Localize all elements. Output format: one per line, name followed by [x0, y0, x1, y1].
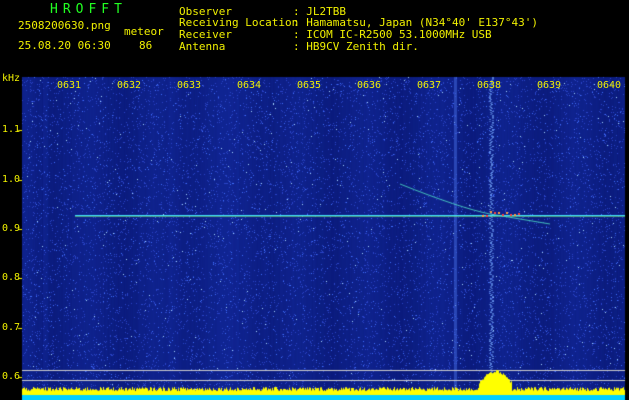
x-tick-label: 0639	[537, 80, 562, 91]
axis-unit: kHz	[2, 73, 21, 84]
y-tick-label: 1.1	[2, 124, 21, 135]
antenna-value: : HB9CV Zenith dir.	[293, 40, 419, 53]
x-tick-label: 0633	[177, 80, 202, 91]
y-tick-label: 0.7	[2, 322, 21, 333]
x-tick-label: 0637	[417, 80, 442, 91]
antenna-key: Antenna	[179, 40, 226, 53]
app-title: HROFFT	[50, 2, 127, 17]
meteor-count: 86	[139, 39, 153, 52]
x-tick-label: 0635	[297, 80, 322, 91]
meteor-label: meteor	[124, 25, 164, 38]
x-tick-label: 0634	[237, 80, 262, 91]
x-tick-label: 0638	[477, 80, 502, 91]
spectrogram	[0, 0, 629, 400]
y-tick-label: 0.9	[2, 223, 21, 234]
file-datetime: 25.08.20 06:30	[18, 39, 111, 52]
x-tick-label: 0640	[597, 80, 622, 91]
x-tick-label: 0632	[117, 80, 142, 91]
y-tick-label: 0.8	[2, 272, 21, 283]
file-name: 2508200630.png	[18, 19, 111, 32]
x-tick-label: 0636	[357, 80, 382, 91]
y-tick-label: 0.6	[2, 371, 21, 382]
y-tick-label: 1.0	[2, 174, 21, 185]
x-tick-label: 0631	[57, 80, 82, 91]
